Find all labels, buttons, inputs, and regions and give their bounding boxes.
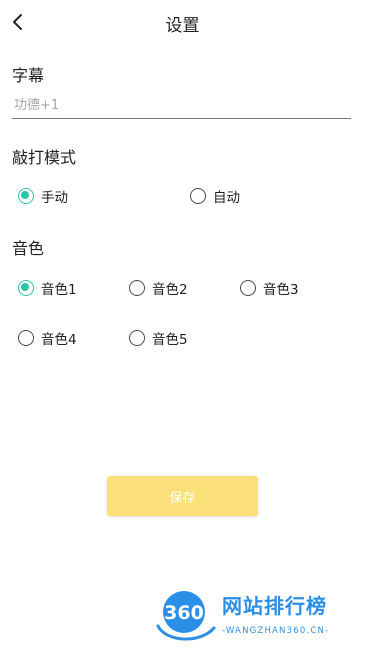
radio-label: 自动: [213, 190, 240, 206]
tap-mode-label: 敲打模式: [12, 148, 77, 167]
watermark-url: -WANGZHAN360.CN-: [222, 626, 330, 636]
radio-circle: [240, 280, 256, 296]
top-bar: 设置: [0, 0, 365, 44]
radio-label: 手动: [41, 190, 68, 206]
radio-label: 音色2: [152, 282, 188, 298]
save-button[interactable]: 保存: [107, 476, 258, 516]
radio-tone-4[interactable]: 音色4: [18, 327, 77, 349]
watermark-name: 网站排行榜: [222, 594, 327, 618]
radio-auto[interactable]: 自动: [190, 185, 240, 207]
radio-circle-checked: [18, 188, 34, 204]
radio-manual[interactable]: 手动: [18, 185, 68, 207]
radio-circle: [18, 330, 34, 346]
subtitle-label: 字幕: [12, 66, 45, 85]
radio-tone-1[interactable]: 音色1: [18, 277, 77, 299]
radio-tone-2[interactable]: 音色2: [129, 277, 188, 299]
radio-circle: [129, 330, 145, 346]
radio-circle: [129, 280, 145, 296]
radio-tone-5[interactable]: 音色5: [129, 327, 188, 349]
watermark-logo-text: 360: [164, 602, 204, 624]
radio-label: 音色4: [41, 332, 77, 348]
watermark-logo-icon: 360: [156, 591, 216, 641]
radio-circle: [190, 188, 206, 204]
watermark: 360 网站排行榜 -WANGZHAN360.CN-: [152, 588, 362, 644]
subtitle-input[interactable]: [12, 93, 351, 119]
radio-label: 音色1: [41, 282, 77, 298]
page-title: 设置: [165, 16, 200, 36]
radio-label: 音色5: [152, 332, 188, 348]
radio-tone-3[interactable]: 音色3: [240, 277, 299, 299]
radio-circle-checked: [18, 280, 34, 296]
radio-label: 音色3: [263, 282, 299, 298]
tone-label: 音色: [12, 239, 45, 258]
